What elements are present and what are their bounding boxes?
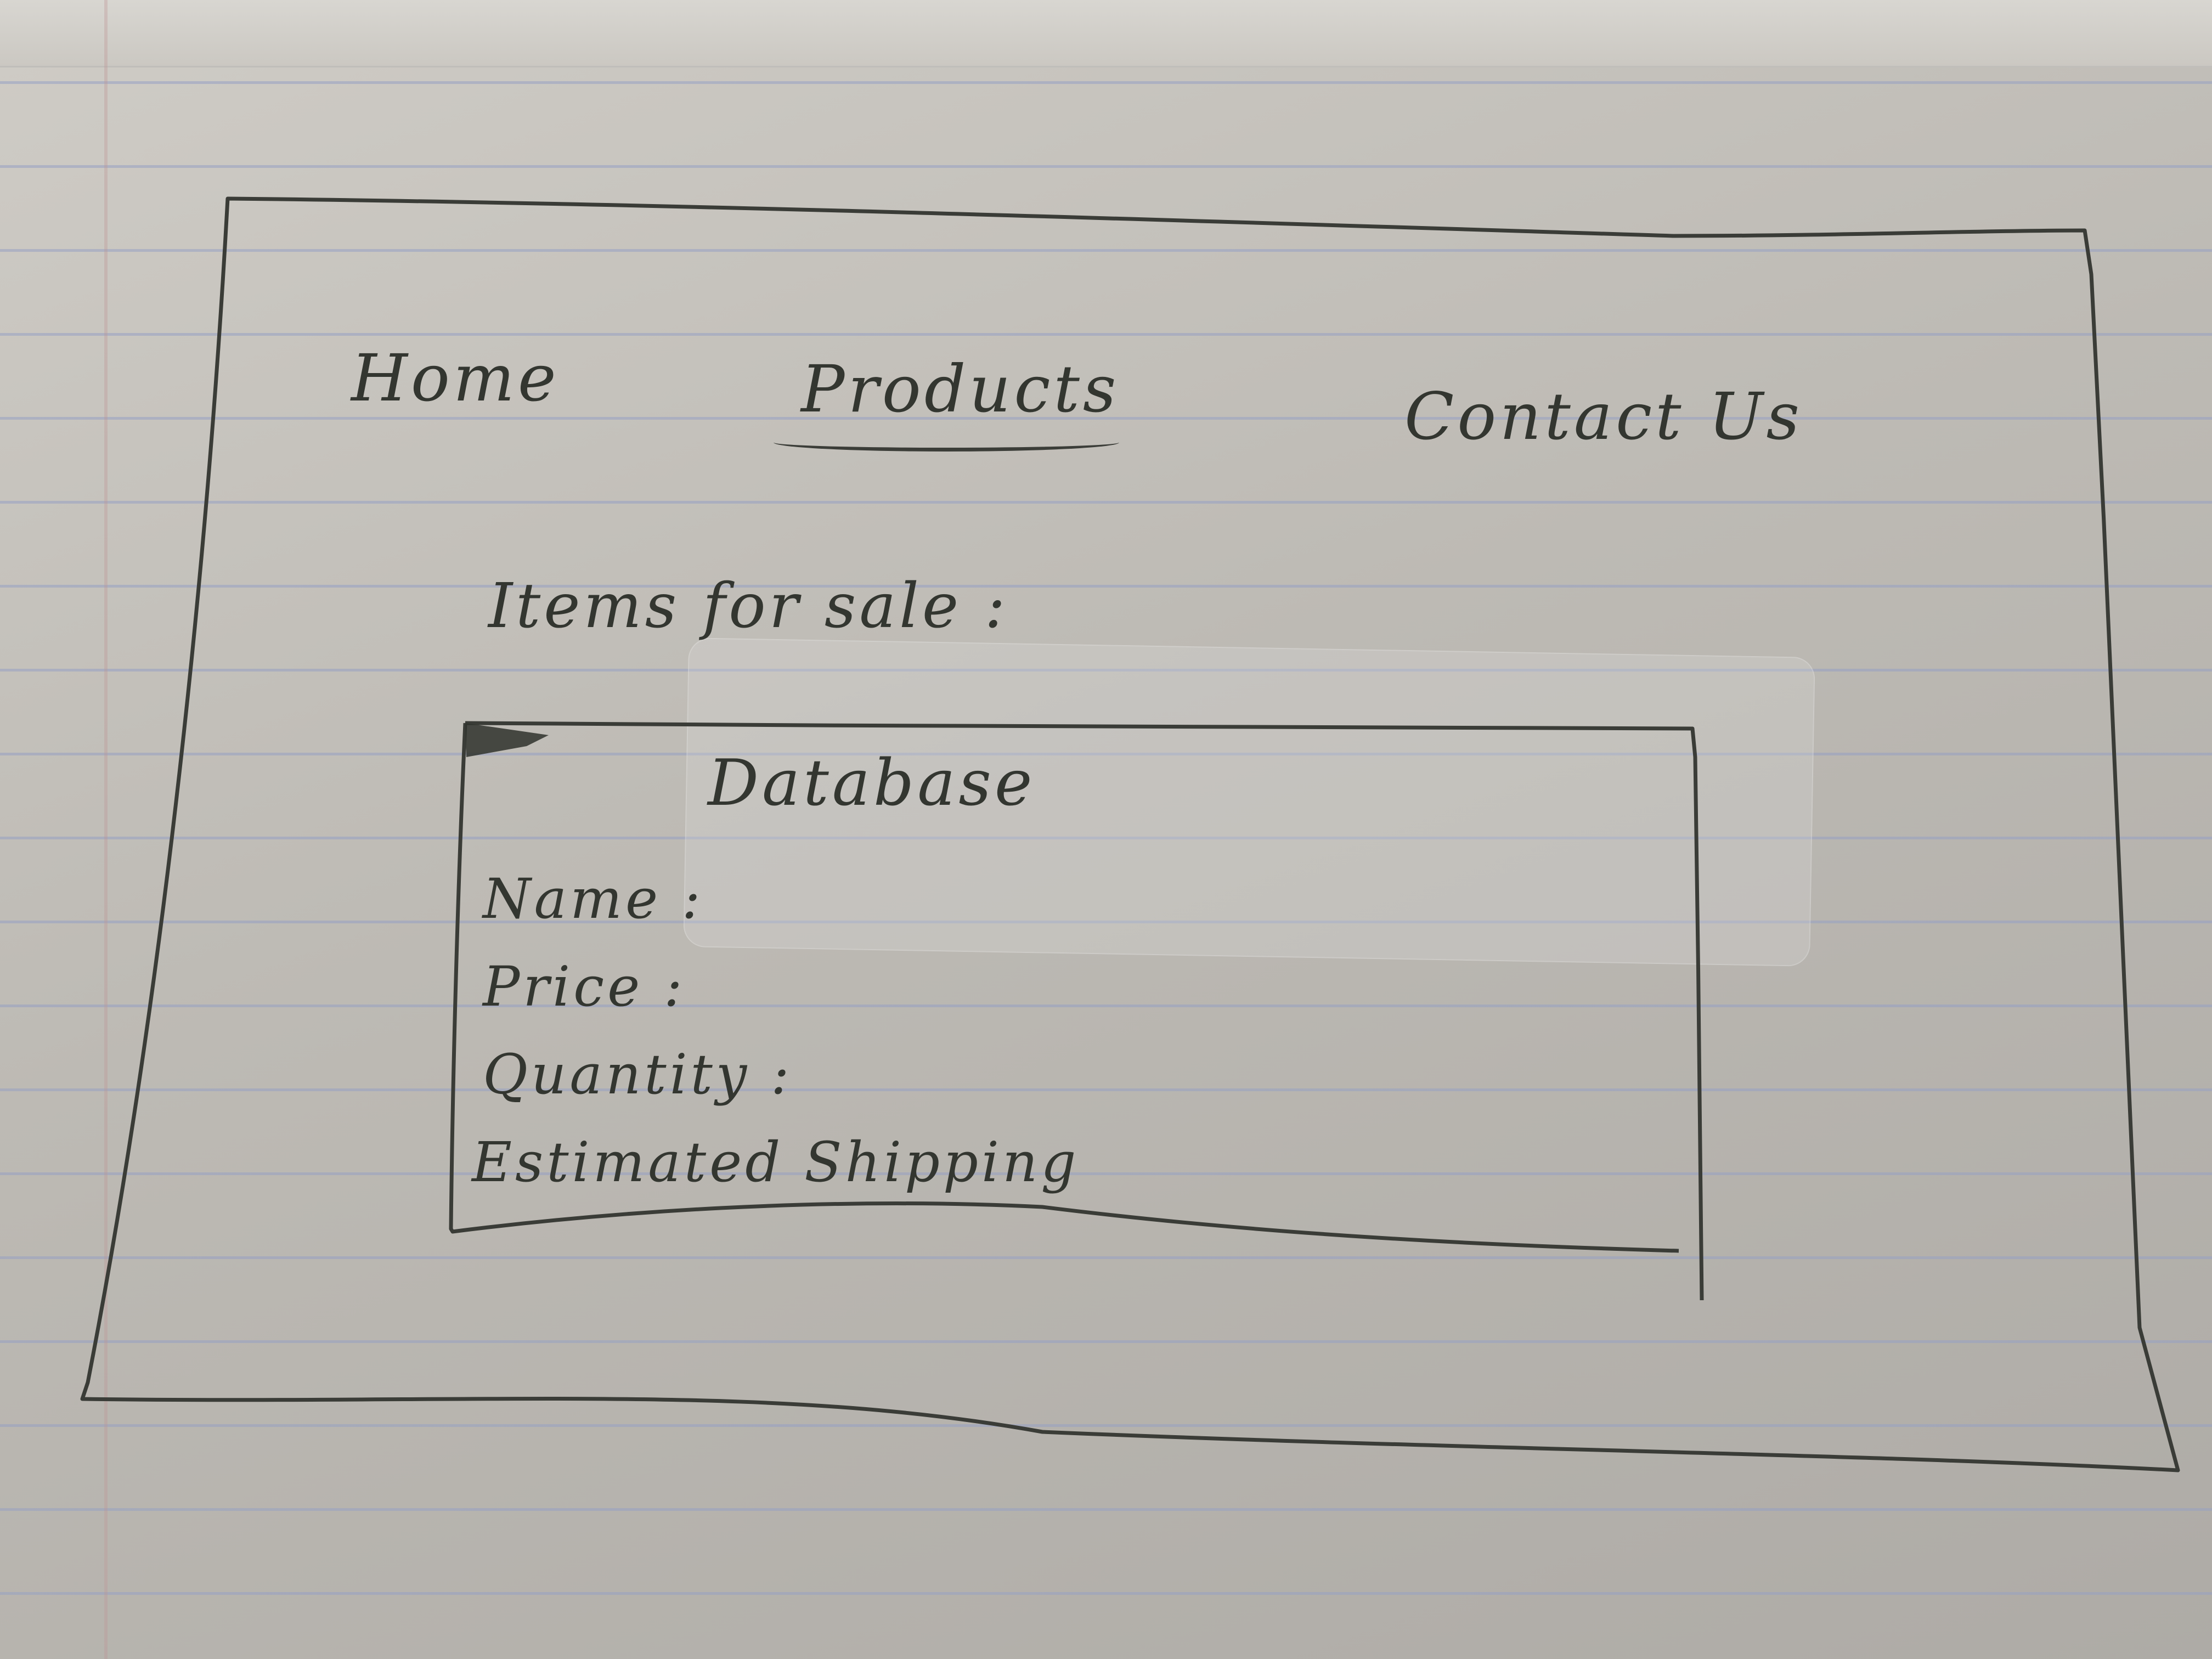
- paper-top-sheet: [0, 0, 2212, 67]
- items-for-sale-heading: Items for sale :: [488, 571, 1009, 642]
- field-label-price: Price :: [483, 955, 686, 1019]
- nav-home-link[interactable]: Home: [351, 340, 560, 416]
- nav-products-link[interactable]: Products: [801, 351, 1119, 427]
- nav-contact-us-link[interactable]: Contact Us: [1404, 379, 1803, 454]
- paper-margin-line: [104, 0, 108, 1659]
- field-label-name: Name :: [483, 867, 704, 931]
- nav-active-underline: [774, 433, 1119, 452]
- field-label-quantity: Quantity :: [483, 1042, 793, 1107]
- database-title: Database: [708, 746, 1036, 820]
- field-label-estimated-shipping: Estimated Shipping: [472, 1130, 1080, 1194]
